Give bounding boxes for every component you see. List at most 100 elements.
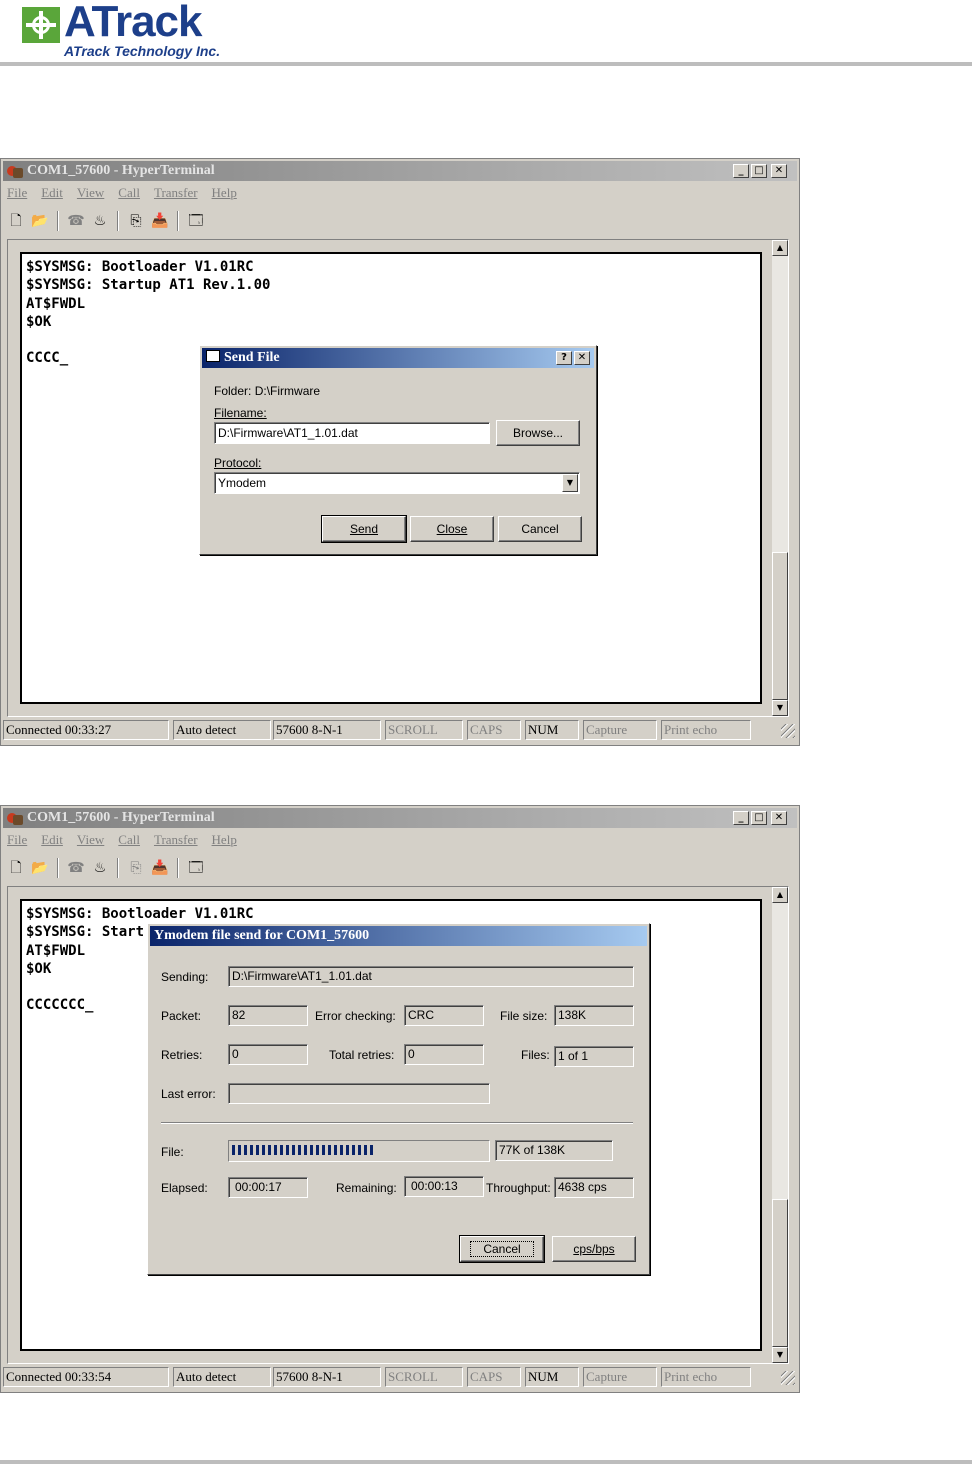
throughput-value: 4638 cps [554, 1177, 634, 1198]
menu-bar: File Edit View Call Transfer Help [7, 832, 237, 850]
hyperterminal-app-icon[interactable] [7, 811, 23, 825]
error-checking-value: CRC [404, 1005, 484, 1026]
window-titlebar[interactable]: COM1_57600 - HyperTerminal _ □ ✕ [3, 161, 797, 181]
close-dialog-button[interactable]: Close [410, 516, 494, 542]
minimize-button[interactable]: _ [733, 164, 749, 178]
connect-phone-icon[interactable]: ☎ [67, 212, 85, 230]
resize-grip-icon[interactable] [781, 1371, 795, 1385]
cancel-button[interactable]: Cancel [498, 516, 582, 542]
retries-value: 0 [228, 1044, 308, 1065]
scroll-up-icon[interactable]: ▲ [772, 887, 788, 903]
logo-subtitle: ATrack Technology Inc. [64, 43, 221, 59]
header-rule [0, 62, 972, 66]
menu-help[interactable]: Help [212, 185, 237, 203]
hyperterminal-app-icon[interactable] [7, 164, 23, 178]
scroll-thumb[interactable] [772, 552, 788, 700]
atrack-logo: ATrack ATrack Technology Inc. [22, 0, 282, 63]
status-capture: Capture [583, 1367, 657, 1387]
menu-transfer[interactable]: Transfer [154, 832, 198, 850]
last-error-label: Last error: [161, 1087, 216, 1101]
maximize-button[interactable]: □ [751, 811, 767, 825]
minimize-button[interactable]: _ [733, 811, 749, 825]
packet-label: Packet: [161, 1009, 202, 1023]
file-size-value: 138K [554, 1005, 634, 1026]
elapsed-label: Elapsed: [161, 1181, 208, 1195]
status-scroll: SCROLL [385, 720, 463, 740]
close-button[interactable]: ✕ [771, 811, 787, 825]
protocol-select[interactable]: Ymodem ▼ [214, 472, 580, 494]
properties-icon[interactable]: 🗔 [187, 859, 205, 877]
cps-bps-button[interactable]: cps/bps [552, 1236, 636, 1262]
filename-label: Filename: [214, 406, 267, 420]
total-retries-value: 0 [404, 1044, 484, 1065]
disconnect-phone-icon[interactable]: ♨ [91, 859, 109, 877]
filename-input[interactable]: D:\Firmware\AT1_1.01.dat [214, 422, 490, 444]
menu-view[interactable]: View [77, 832, 104, 850]
new-file-icon[interactable]: 🗋 [7, 859, 25, 877]
open-folder-icon[interactable]: 📂 [31, 212, 49, 230]
scroll-up-icon[interactable]: ▲ [772, 240, 788, 256]
properties-icon[interactable]: 🗔 [187, 212, 205, 230]
menu-file[interactable]: File [7, 832, 27, 850]
menu-call[interactable]: Call [118, 185, 140, 203]
close-button[interactable]: ✕ [771, 164, 787, 178]
hyperterminal-window-2: COM1_57600 - HyperTerminal _ □ ✕ File Ed… [0, 805, 800, 1393]
status-connected: Connected 00:33:27 [3, 720, 169, 740]
window-title: COM1_57600 - HyperTerminal [27, 163, 215, 178]
status-detect: Auto detect [173, 720, 271, 740]
dialog-close-button[interactable]: ✕ [574, 351, 590, 365]
menu-call[interactable]: Call [118, 832, 140, 850]
file-progress-fill [232, 1145, 375, 1155]
menu-transfer[interactable]: Transfer [154, 185, 198, 203]
resize-grip-icon[interactable] [781, 724, 795, 738]
protocol-selected-value: Ymodem [218, 476, 267, 490]
chevron-down-icon[interactable]: ▼ [562, 474, 578, 492]
files-value: 1 of 1 [554, 1046, 634, 1067]
dialog-title: Ymodem file send for COM1_57600 [154, 928, 370, 943]
send-button[interactable]: Send [321, 515, 407, 543]
footer-rule [0, 1460, 972, 1464]
file-size-label: File size: [500, 1009, 548, 1023]
vertical-scrollbar[interactable]: ▲ ▼ [772, 240, 788, 716]
ymodem-send-dialog: Ymodem file send for COM1_57600 Sending:… [147, 923, 650, 1275]
send-file-icon[interactable]: ⎘ [127, 212, 145, 230]
folder-value: D:\Firmware [254, 384, 321, 398]
menu-edit[interactable]: Edit [41, 185, 63, 203]
vertical-scrollbar[interactable]: ▲ ▼ [772, 887, 788, 1363]
scroll-down-icon[interactable]: ▼ [772, 1347, 788, 1363]
send-file-icon[interactable]: ⎘ [127, 859, 145, 877]
cancel-transfer-label: Cancel [470, 1241, 534, 1257]
status-caps: CAPS [467, 1367, 521, 1387]
help-button[interactable]: ? [556, 351, 572, 365]
dialog-window-icon [206, 350, 220, 362]
receive-file-icon[interactable]: 📥 [151, 859, 169, 877]
total-retries-label: Total retries: [329, 1048, 395, 1062]
toolbar: 🗋 📂 ☎ ♨ ⎘ 📥 🗔 [7, 209, 205, 233]
dialog-titlebar[interactable]: Send File ? ✕ [202, 348, 594, 368]
open-folder-icon[interactable]: 📂 [31, 859, 49, 877]
protocol-label: Protocol: [214, 456, 262, 470]
menu-help[interactable]: Help [212, 832, 237, 850]
hyperterminal-window-1: COM1_57600 - HyperTerminal _ □ ✕ File Ed… [0, 158, 800, 746]
menu-view[interactable]: View [77, 185, 104, 203]
menu-file[interactable]: File [7, 185, 27, 203]
window-titlebar[interactable]: COM1_57600 - HyperTerminal _ □ ✕ [3, 808, 797, 828]
status-scroll: SCROLL [385, 1367, 463, 1387]
scroll-thumb[interactable] [772, 1199, 788, 1347]
new-file-icon[interactable]: 🗋 [7, 212, 25, 230]
menu-edit[interactable]: Edit [41, 832, 63, 850]
scroll-down-icon[interactable]: ▼ [772, 700, 788, 716]
window-title: COM1_57600 - HyperTerminal [27, 810, 215, 825]
last-error-value [228, 1083, 490, 1104]
status-baud: 57600 8-N-1 [273, 1367, 381, 1387]
maximize-button[interactable]: □ [751, 164, 767, 178]
throughput-label: Throughput: [486, 1181, 551, 1195]
packet-value: 82 [228, 1005, 308, 1026]
connect-phone-icon[interactable]: ☎ [67, 859, 85, 877]
dialog-titlebar[interactable]: Ymodem file send for COM1_57600 [150, 926, 647, 946]
disconnect-phone-icon[interactable]: ♨ [91, 212, 109, 230]
receive-file-icon[interactable]: 📥 [151, 212, 169, 230]
cancel-transfer-button[interactable]: Cancel [459, 1235, 545, 1263]
browse-button[interactable]: Browse... [496, 420, 580, 446]
file-progress-bar [228, 1140, 490, 1162]
